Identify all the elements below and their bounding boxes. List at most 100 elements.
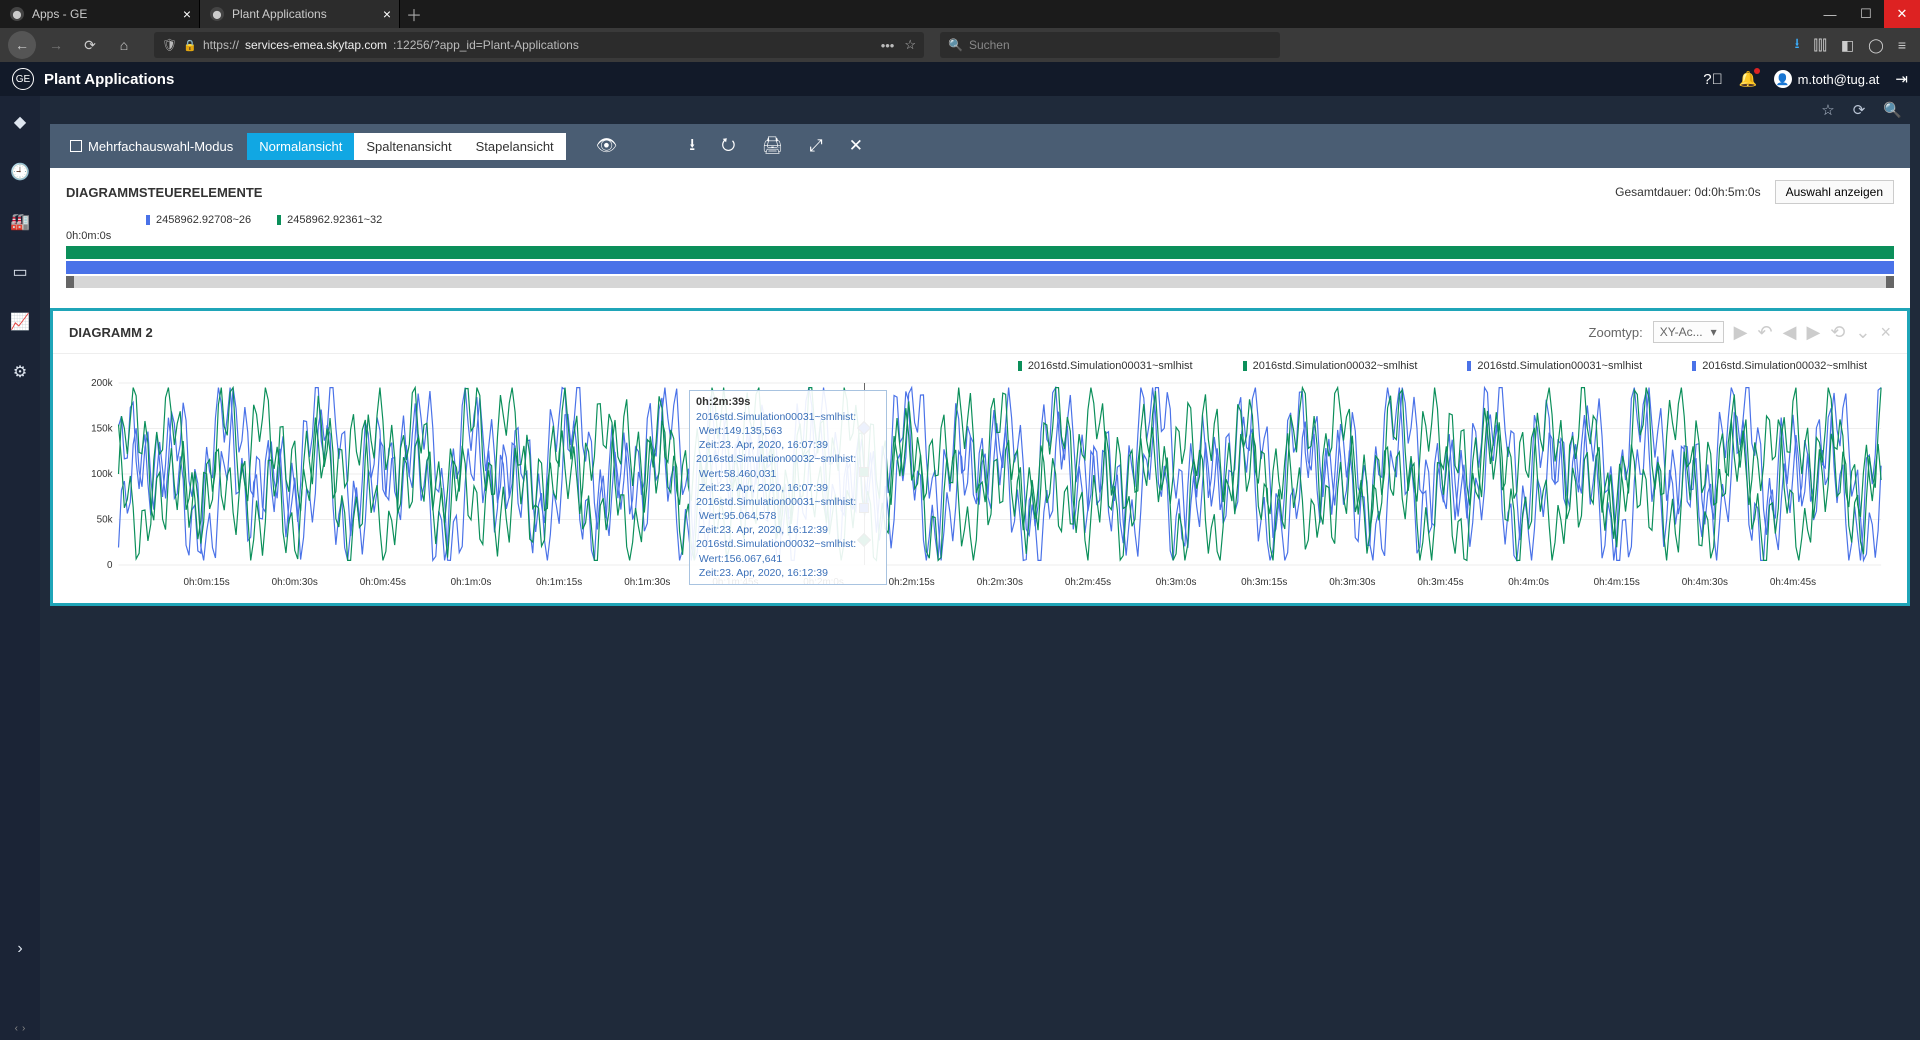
logout-icon[interactable]: ⇥ — [1895, 70, 1908, 88]
legend-entry[interactable]: 2016std.Simulation00031~smlhist — [1018, 360, 1193, 372]
sidebar-item-analytics[interactable]: 📈 — [4, 306, 36, 338]
download-icon[interactable]: ⭳ — [1795, 33, 1800, 57]
show-selection-button[interactable]: Auswahl anzeigen — [1775, 180, 1894, 204]
svg-text:0h:2m:45s: 0h:2m:45s — [1065, 577, 1111, 588]
sidebar-item-document[interactable]: ▭ — [4, 256, 36, 288]
eye-icon[interactable]: 👁 — [596, 136, 618, 156]
svg-text:0h:0m:30s: 0h:0m:30s — [272, 577, 318, 588]
home-button[interactable]: ⌂ — [110, 31, 138, 59]
legend-entry[interactable]: 2016std.Simulation00032~smlhist — [1692, 360, 1867, 372]
sync-icon[interactable]: ⭮ — [721, 132, 735, 161]
tooltip-time: 0h:2m:39s — [696, 396, 750, 408]
close-icon[interactable]: ✕ — [849, 136, 863, 156]
sidebar-item-settings[interactable]: ⚙ — [4, 356, 36, 388]
reload-button[interactable]: ⟳ — [76, 31, 104, 59]
tab-title: Plant Applications — [232, 7, 327, 21]
svg-text:0h:0m:45s: 0h:0m:45s — [360, 577, 406, 588]
refresh-icon[interactable]: ⟳ — [1853, 101, 1866, 119]
overview-bar-green[interactable] — [66, 246, 1894, 259]
help-icon[interactable]: ?⃝ — [1703, 71, 1723, 88]
minimize-button[interactable]: — — [1812, 0, 1848, 28]
sidebar-item-clock[interactable]: 🕘 — [4, 156, 36, 188]
search-placeholder: Suchen — [969, 38, 1010, 52]
sidebar-icon[interactable]: ◧ — [1841, 37, 1854, 54]
collapse-icon[interactable]: ⌄ — [1855, 322, 1870, 343]
svg-text:0h:1m:30s: 0h:1m:30s — [624, 577, 670, 588]
ge-logo: GE — [12, 68, 34, 90]
new-tab-button[interactable]: ＋ — [400, 0, 428, 28]
account-icon[interactable]: ◯ — [1868, 37, 1884, 54]
svg-text:0h:1m:0s: 0h:1m:0s — [451, 577, 492, 588]
notifications-icon[interactable]: 🔔 — [1739, 70, 1758, 88]
legend-entry[interactable]: 2016std.Simulation00032~smlhist — [1243, 360, 1418, 372]
print-icon[interactable]: 🖨 — [762, 136, 784, 156]
tab-favicon: ⬤ — [210, 7, 224, 21]
browser-tab-2[interactable]: ⬤ Plant Applications × — [200, 0, 400, 28]
chart-tooltip: 0h:2m:39s 2016std.Simulation00031~smlhis… — [689, 390, 887, 585]
more-icon[interactable]: ••• — [881, 38, 895, 53]
svg-text:200k: 200k — [91, 378, 112, 389]
window-close-button[interactable]: ✕ — [1884, 0, 1920, 28]
overview-scrollbar[interactable] — [66, 276, 1894, 288]
prev-icon[interactable]: ◀ — [1783, 322, 1797, 343]
menu-icon[interactable]: ≡ — [1898, 37, 1906, 53]
chart-toolbar: Mehrfachauswahl-Modus Normalansicht Spal… — [50, 124, 1910, 168]
maximize-button[interactable]: ☐ — [1848, 0, 1884, 28]
download-icon[interactable]: ⭳ — [689, 132, 695, 161]
browser-tab-strip: ⬤ Apps - GE × ⬤ Plant Applications × ＋ —… — [0, 0, 1920, 28]
url-prefix: https:// — [203, 38, 239, 52]
panel-diagram-2: DIAGRAMM 2 Zoomtyp: XY-Ac... ▾ ▶ ↶ ◀ ▶ ⟲ — [53, 311, 1907, 593]
zoom-type-value: XY-Ac... — [1660, 325, 1703, 339]
close-icon[interactable]: × — [383, 6, 391, 22]
duration-label: Gesamtdauer: 0d:0h:5m:0s — [1615, 185, 1760, 199]
svg-text:0: 0 — [107, 560, 113, 571]
close-icon[interactable]: × — [183, 6, 191, 22]
panel2-title: DIAGRAMM 2 — [69, 325, 153, 340]
browser-toolbar: ← → ⟳ ⌂ 🛡 🔒 https://services-emea.skytap… — [0, 28, 1920, 62]
next-icon[interactable]: ▶ — [1806, 322, 1820, 343]
multi-select-checkbox[interactable]: Mehrfachauswahl-Modus — [60, 139, 243, 154]
time-start-label: 0h:0m:0s — [66, 230, 1894, 242]
tab-favicon: ⬤ — [10, 7, 24, 21]
search-icon[interactable]: 🔍 — [1883, 101, 1902, 119]
sidebar-item-factory[interactable]: 🏭 — [4, 206, 36, 238]
browser-tab-1[interactable]: ⬤ Apps - GE × — [0, 0, 200, 28]
library-icon[interactable]: ⫿⫿⫿ — [1813, 37, 1826, 54]
checkbox-icon — [70, 140, 82, 152]
chevron-down-icon: ▾ — [1711, 325, 1717, 339]
sidebar-item-1[interactable]: ◆ — [4, 106, 36, 138]
url-bar[interactable]: 🛡 🔒 https://services-emea.skytap.com:122… — [154, 32, 924, 58]
star-icon[interactable]: ☆ — [904, 37, 916, 53]
view-tab-normal[interactable]: Normalansicht — [247, 133, 354, 160]
svg-text:0h:4m:15s: 0h:4m:15s — [1594, 577, 1640, 588]
user-chip[interactable]: 👤 m.toth@tug.at — [1774, 70, 1880, 88]
svg-text:0h:4m:0s: 0h:4m:0s — [1508, 577, 1549, 588]
app-header: GE Plant Applications ?⃝ 🔔 👤 m.toth@tug.… — [0, 62, 1920, 96]
page-action-bar: ☆ ⟳ 🔍 — [40, 96, 1920, 124]
play-icon[interactable]: ▶ — [1734, 322, 1748, 343]
sidebar-tiny-nav: ‹› — [15, 1023, 26, 1034]
reset-icon[interactable]: ⟲ — [1830, 322, 1845, 343]
legend-entry[interactable]: 2016std.Simulation00031~smlhist — [1467, 360, 1642, 372]
overview-bar-blue[interactable] — [66, 261, 1894, 274]
forward-button[interactable]: → — [42, 31, 70, 59]
star-icon[interactable]: ☆ — [1821, 101, 1834, 119]
search-bar[interactable]: 🔍 Suchen — [940, 32, 1280, 58]
back-button[interactable]: ← — [8, 31, 36, 59]
panel1-title: DIAGRAMMSTEUERELEMENTE — [66, 185, 262, 200]
panel-chart-controls: DIAGRAMMSTEUERELEMENTE Gesamtdauer: 0d:0… — [50, 168, 1910, 304]
fullscreen-icon[interactable]: ⤢ — [809, 136, 823, 156]
undo-icon[interactable]: ↶ — [1758, 322, 1773, 343]
view-tab-stack[interactable]: Stapelansicht — [464, 133, 566, 160]
chart-plot-area[interactable]: 050k100k150k200k0h:0m:15s0h:0m:30s0h:0m:… — [69, 378, 1891, 593]
view-tab-column[interactable]: Spaltenansicht — [354, 133, 463, 160]
sidebar-expand[interactable]: › — [4, 933, 36, 965]
zoom-type-select[interactable]: XY-Ac... ▾ — [1653, 321, 1724, 343]
svg-text:0h:2m:15s: 0h:2m:15s — [889, 577, 935, 588]
panel-close-icon[interactable]: × — [1880, 322, 1891, 343]
user-name: m.toth@tug.at — [1798, 72, 1880, 87]
legend-item-green[interactable]: 2458962.92361~32 — [277, 214, 382, 226]
url-path: :12256/?app_id=Plant-Applications — [393, 38, 579, 52]
svg-text:0h:3m:15s: 0h:3m:15s — [1241, 577, 1287, 588]
legend-item-blue[interactable]: 2458962.92708~26 — [146, 214, 251, 226]
